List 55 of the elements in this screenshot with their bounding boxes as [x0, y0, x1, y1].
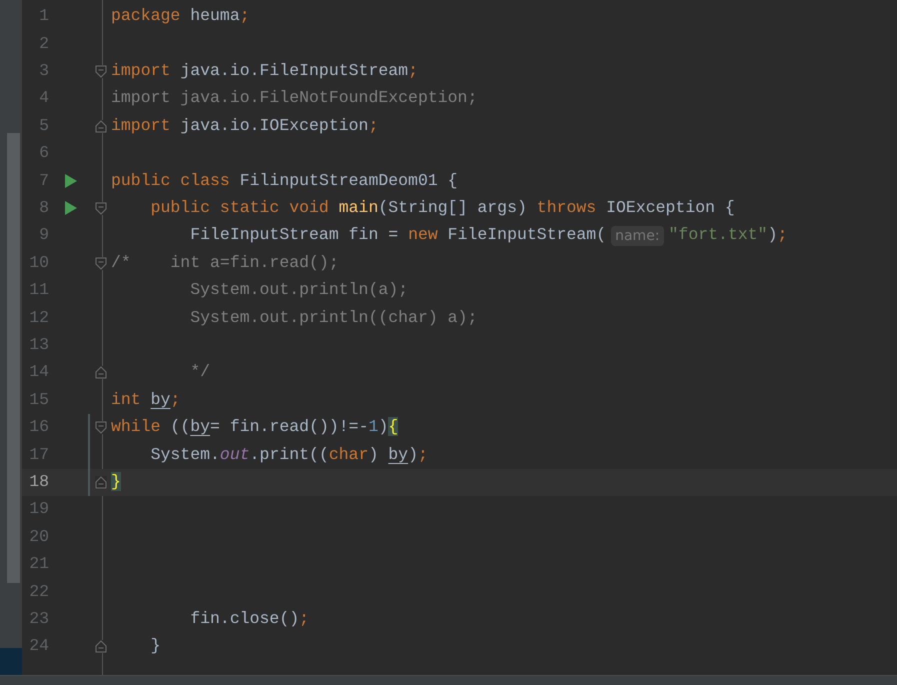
- fold-marker-icon[interactable]: [94, 366, 106, 380]
- fold-marker-icon[interactable]: [94, 64, 106, 78]
- code-text: import java.io.FileInputStream;: [111, 60, 418, 82]
- fold-marker-icon[interactable]: [94, 476, 106, 489]
- line-number: 5: [38, 114, 49, 137]
- scrollbar-thumb[interactable]: [7, 133, 20, 583]
- code-text: }: [150, 635, 161, 658]
- code-text: /* int a=fin.read();: [111, 252, 339, 274]
- code-text: FileInputStream fin = new FileInputStream(: [189, 224, 606, 246]
- code-text: import java.io.FileNotFoundException;: [111, 87, 478, 110]
- code-text: public class FilinputStreamDeom01 {: [111, 170, 458, 192]
- line-number: 18: [28, 470, 49, 493]
- code-text: package heuma;: [111, 5, 250, 28]
- run-icon[interactable]: [65, 201, 77, 216]
- code-text: int by;: [111, 388, 180, 411]
- code-text: fin.close();: [189, 608, 310, 630]
- fold-marker-icon[interactable]: [94, 120, 106, 133]
- line-number: 8: [38, 197, 49, 220]
- code-text: "fort.txt");: [668, 224, 788, 246]
- code-text: System.out.print((char) by);: [150, 444, 428, 466]
- code-text: }: [111, 470, 121, 493]
- fold-marker-icon[interactable]: [94, 202, 106, 215]
- code-text: */: [189, 361, 210, 384]
- line-number: 2: [38, 32, 49, 55]
- line-number: 23: [28, 608, 49, 630]
- line-number: 20: [28, 526, 49, 548]
- line-number: 14: [28, 361, 49, 384]
- line-number: 1: [38, 5, 49, 28]
- line-number: 6: [38, 142, 49, 164]
- line-number: 3: [38, 60, 49, 82]
- code-text: System.out.println(a);: [189, 279, 408, 302]
- line-number: 16: [28, 416, 49, 438]
- line-number: 7: [38, 170, 49, 192]
- line-number: 19: [28, 498, 49, 520]
- line-number: 21: [28, 553, 49, 576]
- fold-marker-icon[interactable]: [94, 256, 106, 270]
- line-number: 4: [38, 87, 49, 110]
- line-number: 13: [28, 334, 49, 356]
- code-text: import java.io.IOException;: [111, 114, 378, 137]
- code-text: public static void main(String[] args) throws IOException {: [150, 197, 735, 220]
- line-number: 17: [28, 444, 49, 466]
- code-text: System.out.println((char) a);: [189, 306, 478, 329]
- line-number: 11: [28, 279, 49, 302]
- run-icon[interactable]: [65, 174, 77, 188]
- fold-marker-icon[interactable]: [94, 421, 106, 434]
- parameter-hint: name:: [611, 226, 664, 246]
- line-number: 24: [28, 635, 49, 658]
- line-number: 10: [28, 252, 49, 274]
- tool-window-strip: [0, 648, 22, 675]
- line-number: 15: [28, 388, 49, 411]
- code-text: while ((by= fin.read())!=-1){: [111, 416, 398, 438]
- line-number: 12: [28, 306, 49, 329]
- fold-marker-icon[interactable]: [94, 640, 106, 654]
- line-number: 9: [38, 224, 49, 246]
- line-number: 22: [28, 580, 49, 603]
